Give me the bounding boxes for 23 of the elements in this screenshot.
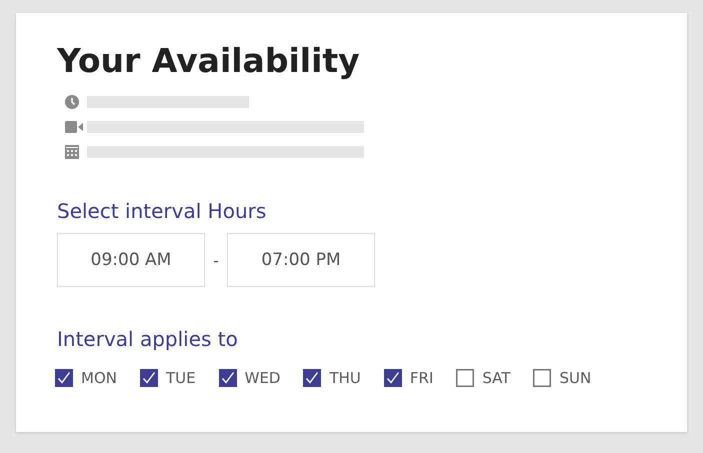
day-label: FRI — [410, 369, 434, 387]
checkbox[interactable] — [533, 369, 552, 387]
checkbox[interactable] — [55, 369, 73, 387]
day-label: WED — [244, 369, 280, 387]
section-heading: Select interval Hours — [57, 198, 266, 225]
start-time-field[interactable]: 09:00 AM — [57, 233, 205, 287]
checkbox[interactable] — [384, 369, 402, 387]
video-camera-icon — [65, 121, 83, 133]
checkbox[interactable] — [456, 369, 474, 387]
day-label: SAT — [482, 369, 510, 387]
day-label: SUN — [559, 369, 592, 387]
checkbox[interactable] — [140, 369, 158, 387]
range-separator: - — [212, 250, 220, 270]
clock-icon — [65, 95, 79, 109]
checkbox[interactable] — [303, 369, 322, 387]
day-label: THU — [329, 369, 361, 387]
checkbox[interactable] — [218, 369, 237, 387]
end-time-field[interactable]: 07:00 PM — [227, 233, 375, 287]
day-label: TUE — [166, 369, 196, 387]
calendar-icon — [65, 145, 79, 159]
day-label: MON — [81, 369, 117, 387]
page-title: Your Availability — [57, 41, 360, 81]
section-heading: Interval applies to — [57, 326, 238, 353]
